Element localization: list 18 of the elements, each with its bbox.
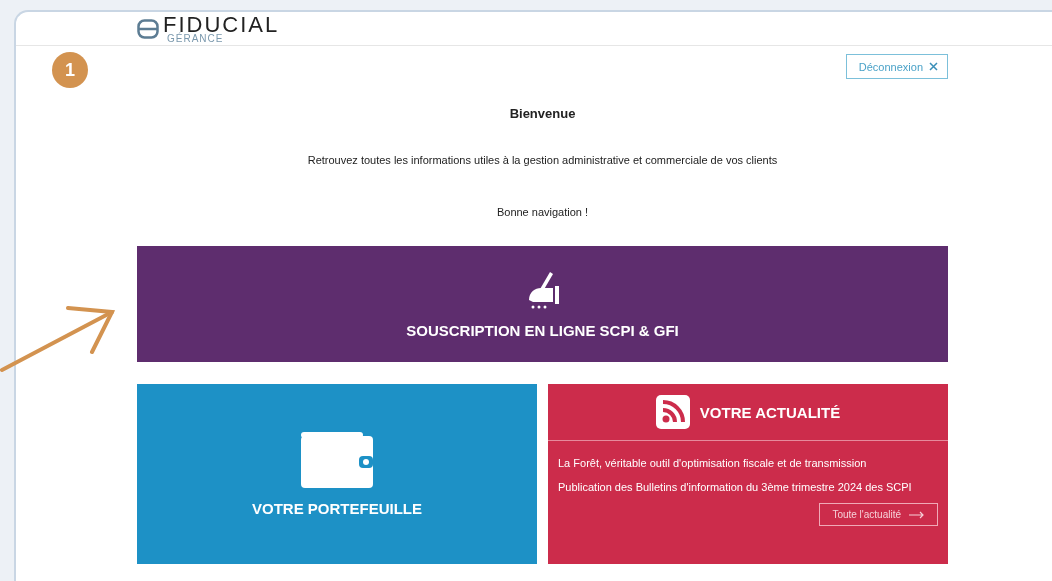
subscription-banner[interactable]: SOUSCRIPTION EN LIGNE SCPI & GFI bbox=[137, 246, 948, 362]
logo-subtitle: GÉRANCE bbox=[167, 34, 224, 44]
welcome-title: Bienvenue bbox=[509, 106, 576, 121]
all-news-button[interactable]: Toute l'actualité bbox=[819, 503, 938, 526]
welcome-text: Retrouvez toutes les informations utiles à la gestion administrative et commerciale de vos clients bbox=[307, 154, 778, 166]
rss-icon bbox=[655, 395, 690, 429]
close-icon bbox=[929, 62, 938, 71]
news-link[interactable]: Publication des Bulletins d'information du 3ème trimestre 2024 des SCPI bbox=[558, 479, 938, 495]
portfolio-label: VOTRE PORTEFEUILLE bbox=[252, 499, 422, 517]
news-title: VOTRE ACTUALITÉ bbox=[699, 403, 841, 421]
closing-text: Bonne navigation ! bbox=[496, 206, 589, 218]
news-link[interactable]: La Forêt, véritable outil d'optimisation fiscale et de transmission bbox=[558, 455, 938, 471]
logo-icon bbox=[137, 19, 159, 39]
arrow-right-icon bbox=[909, 510, 925, 519]
wallet-icon bbox=[301, 431, 373, 488]
portfolio-card[interactable]: VOTRE PORTEFEUILLE bbox=[137, 384, 537, 564]
subscription-label: SOUSCRIPTION EN LIGNE SCPI & GFI bbox=[406, 321, 679, 339]
logout-button[interactable]: Déconnexion bbox=[845, 54, 948, 79]
